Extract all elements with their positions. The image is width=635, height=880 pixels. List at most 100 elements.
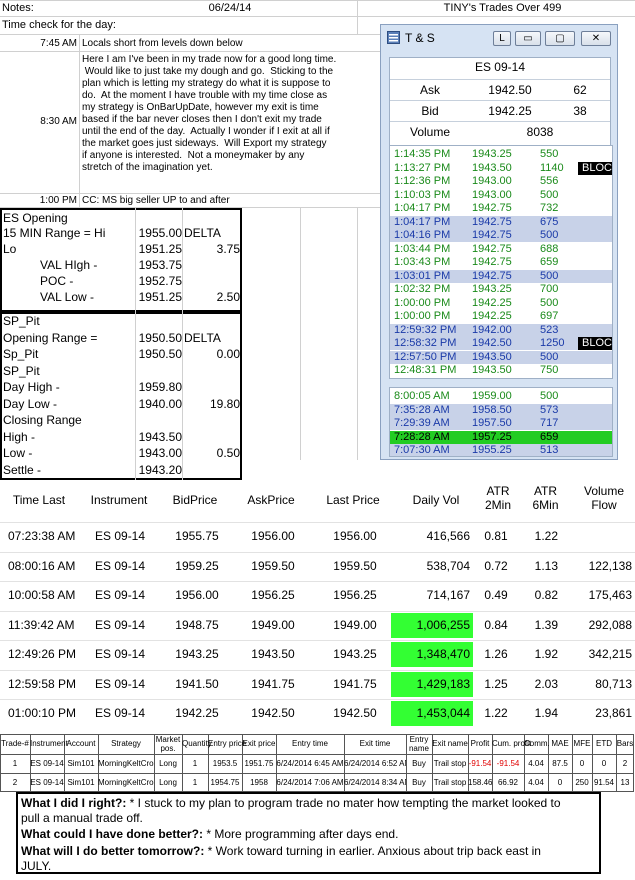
tape-size: 688: [540, 242, 559, 255]
tape-price: 1942.75: [472, 202, 512, 214]
market-cell-atr2: 0.81: [484, 529, 508, 543]
es-row-extra: 2.50: [216, 290, 240, 304]
trade-header: Cum. profit: [492, 739, 532, 748]
tape-size: 500: [540, 390, 559, 402]
tape-time: 7:29:39 AM: [394, 417, 450, 429]
es-row-label: Lo: [3, 242, 17, 256]
note-line: until the end of the day. Actually I won…: [82, 126, 330, 137]
ts-titlebar[interactable]: T & S L ▭ ▢ ✕: [381, 25, 617, 51]
tape-row[interactable]: 7:35:28 AM 1958.50 573: [390, 403, 612, 417]
market-cell-atr6: 1.22: [534, 529, 558, 543]
tape-row[interactable]: 1:14:35 PM 1943.25 550: [390, 148, 612, 161]
tape-price: 1943.25: [472, 283, 512, 295]
sp-row-value: 1950.50: [138, 347, 182, 361]
trade-header: Entry price: [208, 739, 247, 748]
close-icon: ✕: [591, 33, 601, 44]
es-opening-title: ES Opening: [3, 211, 68, 225]
market-header: AskPrice: [247, 493, 295, 507]
maximize-button[interactable]: ▢: [545, 31, 575, 46]
market-header: ATR 2Min: [484, 484, 511, 512]
tape-row[interactable]: 1:03:44 PM 1942.75 688: [390, 243, 612, 256]
trade-cell: 4.04: [528, 778, 544, 787]
time-entry-3: 1:00 PM: [39, 195, 77, 206]
tape-price: 1943.00: [472, 175, 512, 187]
block-tag: BLOCK: [578, 161, 612, 175]
tape-row[interactable]: 7:07:30 AM 1955.25 513: [390, 444, 612, 456]
tape-row[interactable]: 1:04:17 PM 1942.75 732: [390, 202, 612, 215]
market-cell-vol: 1,429,183: [416, 676, 470, 691]
trade-cell: MorningKeltCross: [98, 778, 154, 787]
trade-header: Market pos.: [155, 735, 181, 753]
trades-row-divider: [0, 754, 634, 755]
time-and-sales-window[interactable]: T & S L ▭ ▢ ✕ ES 09-14 Ask 1942.50 62 Bid 19…: [380, 24, 618, 460]
tape-row[interactable]: 12:59:32 PM 1942.00 523: [390, 323, 612, 337]
trade-cell: 13: [620, 778, 630, 787]
tape-size: 1250: [540, 337, 565, 349]
review-a1: * I stuck to my plan to program trade no…: [126, 796, 561, 810]
tape-row[interactable]: 1:10:03 PM 1943.00 500: [390, 189, 612, 202]
tape-row[interactable]: 1:03:01 PM 1942.75 500: [390, 269, 612, 283]
tape-row[interactable]: 1:00:00 PM 1942.25 697: [390, 310, 612, 323]
tape-row[interactable]: 12:57:50 PM 1943.50 500: [390, 350, 612, 364]
tape-row[interactable]: 1:12:36 PM 1943.00 556: [390, 175, 612, 188]
market-cell-atr2: 1.25: [484, 676, 508, 691]
quote-label: Bid: [421, 104, 439, 118]
tape-size: 1140: [540, 161, 564, 174]
tape-time: 1:12:36 PM: [394, 175, 451, 187]
tape-row[interactable]: 12:48:31 PM 1943.50 750: [390, 364, 612, 377]
market-cell-time: 12:49:26 PM: [8, 647, 77, 661]
tape-row[interactable]: 7:29:39 AM 1957.50 717: [390, 417, 612, 430]
minimize-icon: ▭: [523, 33, 533, 44]
tape-panel-1[interactable]: 1:14:35 PM 1943.25 550 1:13:27 PM 1943.50 114…: [389, 145, 613, 379]
tape-row[interactable]: 1:13:27 PM 1943.50 1140 BLOCK: [390, 161, 612, 175]
note-line: my strategy is OnBarUpDate, however my e…: [82, 102, 319, 113]
tape-size: 697: [540, 310, 559, 322]
tape-price: 1957.25: [472, 430, 512, 443]
tape-row[interactable]: 1:04:17 PM 1942.75 675: [390, 215, 612, 229]
trade-cell: 66.92: [497, 778, 519, 787]
market-cell-inst: ES 09-14: [95, 647, 146, 661]
market-cell-atr6: 1.92: [534, 647, 558, 661]
tape-row[interactable]: 12:58:32 PM 1942.50 1250 BLOCK: [390, 337, 612, 350]
tape-price: 1942.75: [472, 269, 512, 282]
note-line: based if the bar never closes then I don…: [82, 114, 322, 125]
sp-row-label: Closing Range: [3, 413, 82, 427]
tape-size: 750: [540, 364, 559, 376]
date-cell: 06/24/14: [208, 2, 252, 14]
trade-cell: 4.04: [528, 759, 544, 768]
trade-header: Bars: [616, 739, 634, 748]
tape-size: 500: [540, 350, 559, 363]
market-cell-inst: ES 09-14: [95, 706, 146, 720]
trade-header: Trade-#: [1, 739, 29, 748]
market-cell-atr2: 0.84: [484, 617, 508, 632]
tape-size: 659: [540, 256, 559, 268]
tape-row[interactable]: 1:00:00 PM 1942.25 500: [390, 297, 612, 310]
minimize-button[interactable]: ▭: [515, 31, 541, 46]
trade-header: Entry time: [291, 739, 328, 748]
tape-time: 1:02:32 PM: [394, 283, 451, 295]
quote-row: Bid 1942.25 38: [390, 100, 610, 122]
tape-time: 1:03:01 PM: [394, 269, 451, 282]
tape-time: 12:58:32 PM: [394, 337, 457, 349]
trade-header: Strategy: [111, 739, 141, 748]
tape-row[interactable]: 8:00:05 AM 1959.00 500: [390, 390, 612, 403]
market-cell-atr2: 1.26: [484, 647, 508, 661]
market-cell-atr2: 0.49: [484, 588, 508, 602]
trade-cell: Sim101: [67, 778, 95, 787]
trade-cell: Long: [159, 759, 177, 768]
market-cell-bid: 1948.75: [175, 617, 219, 632]
market-cell-atr2: 1.22: [484, 706, 508, 720]
tape-panel-2[interactable]: 8:00:05 AM 1959.00 500 7:35:28 AM 1958.50 573…: [389, 387, 613, 457]
close-button[interactable]: ✕: [581, 31, 611, 46]
tape-time: 12:59:32 PM: [394, 323, 457, 336]
tape-row[interactable]: 1:04:16 PM 1942.75 500: [390, 229, 612, 242]
market-cell-flow: 342,215: [588, 647, 632, 661]
link-button[interactable]: L: [493, 31, 511, 46]
tape-price: 1943.50: [472, 161, 512, 174]
time-entry-1: 7:45 AM: [40, 38, 77, 49]
es-row-label: POC -: [40, 274, 74, 288]
tape-row[interactable]: 7:28:28 AM 1957.25 659: [390, 430, 612, 444]
tape-row[interactable]: 1:03:43 PM 1942.75 659: [390, 256, 612, 269]
tape-row[interactable]: 1:02:32 PM 1943.25 700: [390, 283, 612, 296]
tape-time: 1:00:00 PM: [394, 310, 451, 322]
